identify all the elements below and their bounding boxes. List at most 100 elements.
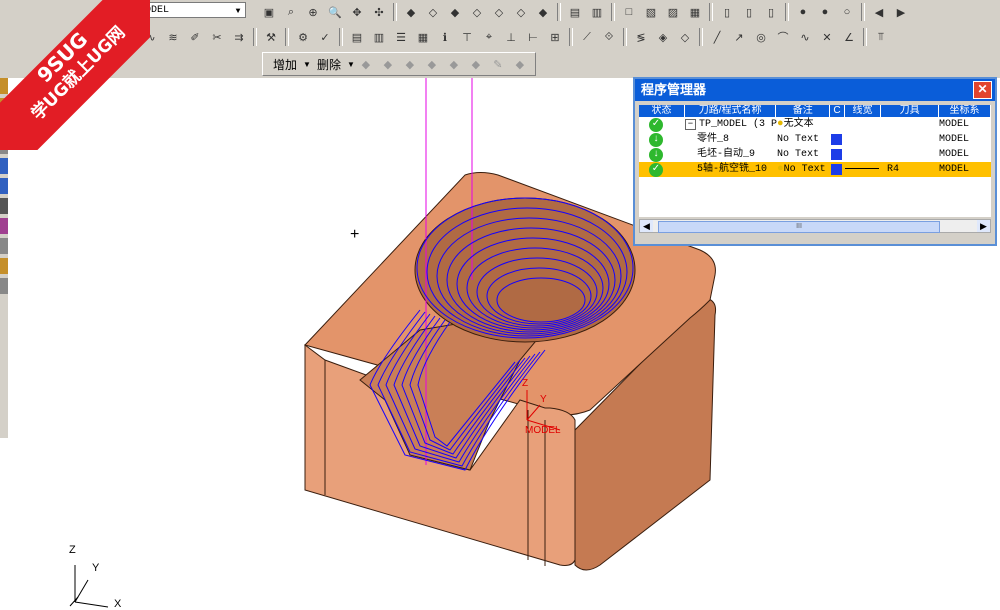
row-name: 零件_8 — [697, 134, 730, 145]
separator — [285, 28, 289, 46]
toolbar-area: MODEL ▼ ▣ ⌕ ⊕ 🔍 ✥ ✣ ◆ ◇ ◆ ◇ ◇ ◇ ◆ ▤ ▥ □ … — [0, 0, 1000, 78]
navigator-hscrollbar[interactable]: ◀ III ▶ — [639, 219, 991, 233]
shaded-edges-icon[interactable]: ▨ — [663, 2, 683, 22]
align-icon[interactable]: ⫪ — [871, 27, 891, 47]
copy-icon[interactable]: ◆ — [356, 54, 376, 74]
col-header-c[interactable]: C — [830, 105, 845, 117]
chevron-down-icon[interactable]: ▼ — [232, 4, 244, 16]
view-top-icon[interactable]: ◇ — [423, 2, 443, 22]
spline-icon[interactable]: ∿ — [795, 27, 815, 47]
color-swatch — [831, 149, 842, 160]
view-right-icon[interactable]: ◇ — [467, 2, 487, 22]
angle-icon[interactable]: ∠ — [839, 27, 859, 47]
verify-icon[interactable]: ✓ — [315, 27, 335, 47]
chart-icon[interactable]: ⟋ — [577, 27, 597, 47]
analysis-icon[interactable]: ⚒ — [261, 27, 281, 47]
book-icon[interactable]: ▯ — [739, 2, 759, 22]
chevron-down-icon[interactable]: ▼ — [303, 60, 311, 69]
check-icon: ✓ — [649, 118, 663, 132]
col-header-note[interactable]: 备注 — [776, 105, 831, 117]
render-style-icon[interactable]: ▦ — [685, 2, 705, 22]
navigator-row[interactable]: ✓ − TP_MODEL (3 P ●无文本 MODEL — [639, 117, 991, 132]
separator — [699, 28, 703, 46]
notes-icon[interactable]: ▯ — [761, 2, 781, 22]
add-menu[interactable]: 增加 — [273, 56, 297, 73]
layer-settings-icon[interactable]: ▥ — [587, 2, 607, 22]
generate-icon[interactable]: ⚙ — [293, 27, 313, 47]
triad-z-label: Z — [69, 544, 76, 556]
move-icon[interactable]: ◆ — [422, 54, 442, 74]
pan-icon[interactable]: ✥ — [347, 2, 367, 22]
separator — [557, 3, 561, 21]
lightbulb-off-icon[interactable]: ○ — [837, 2, 857, 22]
method-icon[interactable]: ▦ — [413, 27, 433, 47]
surface-icon[interactable]: ≋ — [163, 27, 183, 47]
col-header-linewidth[interactable]: 线宽 — [845, 105, 882, 117]
offset-icon[interactable]: ⇉ — [229, 27, 249, 47]
color-swatch — [831, 164, 842, 175]
line-icon[interactable]: ╱ — [707, 27, 727, 47]
rename-icon[interactable]: ◆ — [444, 54, 464, 74]
navigator-row[interactable]: ↓ 零件_8 No Text MODEL — [639, 132, 991, 147]
collapse-icon[interactable]: − — [685, 119, 696, 130]
cut-icon[interactable]: ◆ — [378, 54, 398, 74]
rotate-icon[interactable]: ✣ — [369, 2, 389, 22]
lightbulb-icon[interactable]: ● — [793, 2, 813, 22]
path-icon[interactable]: ⟐ — [599, 27, 619, 47]
delete-menu[interactable]: 删除 — [317, 56, 341, 73]
toolpath-icon[interactable]: ≶ — [631, 27, 651, 47]
layout-icon[interactable]: ⊞ — [545, 27, 565, 47]
view-front-icon[interactable]: ◆ — [445, 2, 465, 22]
col-header-csys[interactable]: 坐标系 — [939, 105, 991, 117]
navigator-row-selected[interactable]: ✓ 5轴-航空铣_10 ●No Text R4 MODEL — [639, 162, 991, 177]
chevron-down-icon[interactable]: ▼ — [347, 60, 355, 69]
select-face-icon[interactable]: ◇ — [675, 27, 695, 47]
edit-object-icon[interactable]: ✎ — [488, 54, 508, 74]
program-icon[interactable]: ▤ — [347, 27, 367, 47]
edit-icon[interactable]: ✐ — [185, 27, 205, 47]
info-icon[interactable]: ℹ — [435, 27, 455, 47]
paste-icon[interactable]: ◆ — [400, 54, 420, 74]
surface-pick-icon[interactable]: ◈ — [653, 27, 673, 47]
object-icon[interactable]: ◆ — [466, 54, 486, 74]
back-icon[interactable]: ◀ — [869, 2, 889, 22]
fit-view-icon[interactable]: ▣ — [259, 2, 279, 22]
view-bottom-icon[interactable]: ◇ — [511, 2, 531, 22]
view-back-icon[interactable]: ◆ — [533, 2, 553, 22]
csys-icon[interactable]: ⊥ — [501, 27, 521, 47]
scroll-right-icon[interactable]: ▶ — [977, 220, 990, 232]
row-name: 毛坯-自动_9 — [697, 149, 756, 160]
trim-icon[interactable]: ✂ — [207, 27, 227, 47]
zoom-icon[interactable]: ⊕ — [303, 2, 323, 22]
arrow-line-icon[interactable]: ↗ — [729, 27, 749, 47]
arc-icon[interactable]: ⌒ — [773, 27, 793, 47]
bookmark-icon[interactable]: ▯ — [717, 2, 737, 22]
machine-icon[interactable]: ▥ — [369, 27, 389, 47]
tool-icon[interactable]: ⊤ — [457, 27, 477, 47]
view-left-icon[interactable]: ◇ — [489, 2, 509, 22]
scroll-left-icon[interactable]: ◀ — [640, 220, 653, 232]
geometry-icon[interactable]: ⌖ — [479, 27, 499, 47]
col-header-status[interactable]: 状态 — [639, 105, 686, 117]
magnify-icon[interactable]: 🔍 — [325, 2, 345, 22]
tree-icon[interactable]: ⊢ — [523, 27, 543, 47]
wireframe-icon[interactable]: □ — [619, 2, 639, 22]
scroll-thumb[interactable]: III — [658, 221, 940, 233]
col-header-tool[interactable]: 刀具 — [881, 105, 940, 117]
close-icon[interactable]: ✕ — [973, 81, 992, 99]
shaded-icon[interactable]: ▧ — [641, 2, 661, 22]
circle-icon[interactable]: ◎ — [751, 27, 771, 47]
lightbulb-on-icon[interactable]: ● — [815, 2, 835, 22]
list-icon[interactable]: ☰ — [391, 27, 411, 47]
layer-icon[interactable]: ▤ — [565, 2, 585, 22]
forward-icon[interactable]: ▶ — [891, 2, 911, 22]
delete-object-icon[interactable]: ◆ — [510, 54, 530, 74]
col-header-name[interactable]: 刀路/程式名称 — [685, 105, 777, 117]
zoom-window-icon[interactable]: ⌕ — [281, 2, 301, 22]
row-note: No Text — [777, 149, 820, 160]
navigator-row[interactable]: ↓ 毛坯-自动_9 No Text MODEL — [639, 147, 991, 162]
navigator-title-bar[interactable]: 程序管理器 ✕ — [635, 79, 995, 101]
view-triad: Z Y X — [60, 540, 140, 610]
cross-icon[interactable]: ✕ — [817, 27, 837, 47]
view-iso-icon[interactable]: ◆ — [401, 2, 421, 22]
